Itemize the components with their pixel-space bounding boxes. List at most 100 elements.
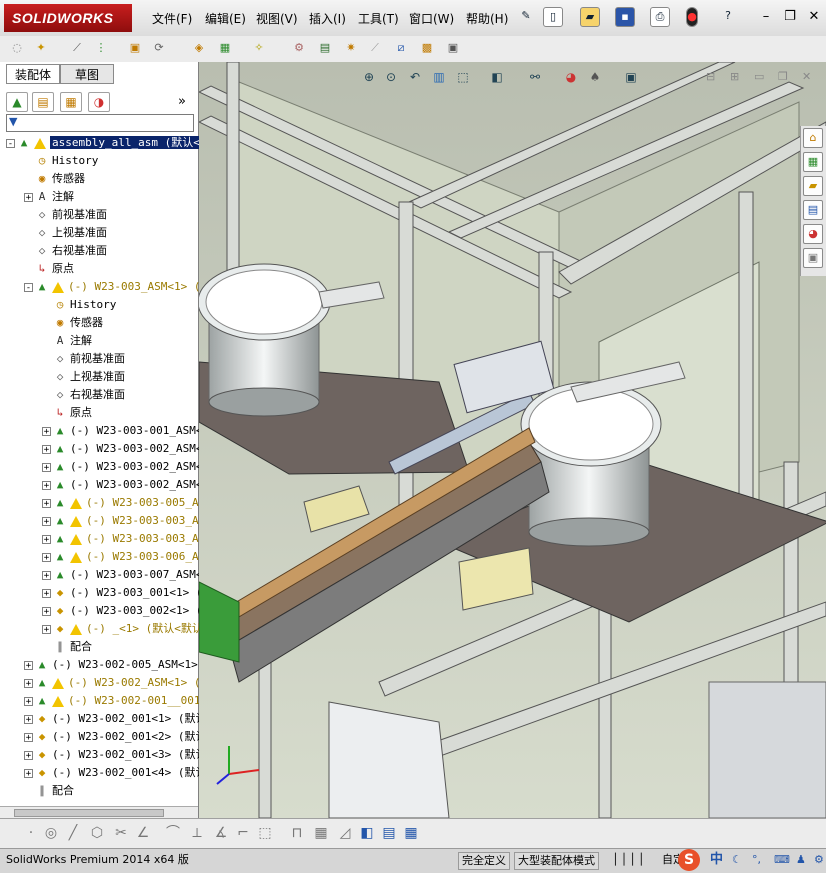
smart-dimension-icon[interactable]: ⊓ [288,824,306,842]
solidworks-logo[interactable]: SOLIDWORKS [4,4,132,32]
exploded-view-icon[interactable]: ✷ [342,39,360,57]
print-icon[interactable]: ⎙ [650,7,670,27]
split-view-icon[interactable]: ▤ [380,824,398,842]
open-folder-icon[interactable]: ▰ [580,7,600,27]
tree-item[interactable]: + ◆ (-) W23-002_001<2> (默认< [0,728,220,746]
grid-icon[interactable]: ▦ [312,824,330,842]
viewport-restore-icon[interactable]: ❐ [778,70,788,83]
new-motion-study-icon[interactable]: ⚙ [290,39,308,57]
tree-item[interactable]: ↳ 原点 [0,260,220,278]
tree-item[interactable]: - ▲ assembly_all_asm (默认<默 [0,134,202,152]
table-icon[interactable]: ▦ [402,824,420,842]
traffic-light-icon[interactable]: ● [686,7,698,27]
feature-manager-tree-icon[interactable]: ▲ [6,92,28,112]
previous-view-icon[interactable]: ↶ [406,68,424,86]
expand-icon[interactable]: + [24,768,33,778]
collapse-icon[interactable]: - [6,138,15,148]
expand-icon[interactable]: + [42,534,51,544]
expand-icon[interactable]: + [42,480,51,490]
zoom-to-area-icon[interactable]: ⊙ [382,68,400,86]
menu-help[interactable]: 帮助(H) [466,10,508,27]
expand-icon[interactable]: + [24,750,33,760]
filter-input[interactable]: ▼ [6,114,194,132]
edit-appearance-icon[interactable]: ◕ [562,68,580,86]
viewport-close-icon[interactable]: ✕ [802,70,811,83]
ime-keyboard-icon[interactable]: ⌨ [774,852,790,868]
circle-icon[interactable]: ◎ [42,824,60,842]
menu-file[interactable]: 文件(F) [152,10,192,27]
display-manager-icon[interactable]: ◑ [88,92,110,112]
offset-icon[interactable]: ∡ [212,824,230,842]
tree-item[interactable]: - ▲ (-) W23-003_ASM<1> (默认 [0,278,220,296]
apply-scene-icon[interactable]: ♠ [586,68,604,86]
tree-item[interactable]: + ▲ (-) W23-002-001__001_AS [0,692,220,710]
menu-tools[interactable]: 工具(T) [358,10,399,27]
graphics-area[interactable] [199,62,826,818]
tab-assembly[interactable]: 装配体 [6,64,60,84]
tree-item[interactable]: + ◆ (-) W23-002_001<1> (默认< [0,710,220,728]
panel-expand-icon[interactable]: » [178,94,186,109]
hide-show-items-icon[interactable]: ⚯ [526,68,544,86]
view-palette-icon[interactable]: ▤ [803,200,823,220]
sketch-angle-icon[interactable]: ◿ [336,824,354,842]
point-icon[interactable]: · [22,824,40,842]
mirror-icon[interactable]: ⟂ [188,824,206,842]
configuration-manager-icon[interactable]: ▦ [60,92,82,112]
collapse-icon[interactable]: - [24,282,33,292]
display-style-icon[interactable]: ◧ [488,68,506,86]
solidworks-resources-icon[interactable]: ⌂ [803,128,823,148]
view-orientation-icon[interactable]: ⬚ [454,68,472,86]
tree-item[interactable]: ◉ 传感器 [0,170,220,188]
mate-icon[interactable]: ⟋ [68,39,86,57]
tree-item[interactable]: ◷ History [0,152,220,170]
appearances-scenes-icon[interactable]: ◕ [803,224,823,244]
help-icon[interactable]: ? [718,7,738,27]
tree-item[interactable]: ◇ 前视基准面 [0,206,220,224]
restore-icon[interactable]: ❐ [781,9,799,25]
tangent-arc-icon[interactable]: ⌒ [164,824,182,842]
tree-item[interactable]: + ▲ (-) W23-002-005_ASM<1> (默 [0,656,220,674]
viewport-tile-icon[interactable]: ⊞ [730,70,739,83]
reference-geometry-icon[interactable]: ✧ [250,39,268,57]
file-explorer-icon[interactable]: ▰ [803,176,823,196]
instant3d-icon[interactable]: ▣ [444,39,462,57]
tab-sketch[interactable]: 草图 [60,64,114,84]
close-icon[interactable]: ✕ [805,9,823,25]
design-library-icon[interactable]: ▦ [803,152,823,172]
viewport-minimize-icon[interactable]: ⊟ [706,70,715,83]
rectangle-icon[interactable]: ⬚ [256,824,274,842]
shaded-view-icon[interactable]: ◧ [358,824,376,842]
menu-edit[interactable]: 编辑(E) [205,10,246,27]
expand-icon[interactable]: + [24,714,33,724]
linear-pattern-icon[interactable]: ⋮ [92,39,110,57]
smart-fastener-icon[interactable]: ▣ [126,39,144,57]
zoom-to-fit-icon[interactable]: ⊕ [360,68,378,86]
expand-icon[interactable]: + [42,588,51,598]
minimize-icon[interactable]: – [757,9,775,25]
expand-icon[interactable]: + [42,462,51,472]
tree-item[interactable]: + A 注解 [0,188,220,206]
insert-component-icon[interactable]: ◌ [8,39,26,57]
tree-item[interactable]: + ◆ (-) W23-002_001<3> (默认< [0,746,220,764]
tree-item[interactable]: ∥ 配合 [0,782,220,800]
angle-icon[interactable]: ∠ [134,824,152,842]
expand-icon[interactable]: + [24,678,33,688]
ime-logo-icon[interactable]: S [678,849,700,871]
pin-icon[interactable]: ✎ [516,7,536,27]
expand-icon[interactable]: + [24,732,33,742]
corner-icon[interactable]: ⌐ [234,824,252,842]
expand-icon[interactable]: + [42,552,51,562]
tree-item[interactable]: ◇ 右视基准面 [0,242,220,260]
show-hidden-icon[interactable]: ◈ [190,39,208,57]
menu-window[interactable]: 窗口(W) [409,10,454,27]
expand-icon[interactable]: + [42,570,51,580]
menu-insert[interactable]: 插入(I) [309,10,346,27]
expand-icon[interactable]: + [24,660,33,670]
bill-of-materials-icon[interactable]: ▤ [316,39,334,57]
ime-moon-icon[interactable]: ☾ [732,852,742,868]
explode-line-sketch-icon[interactable]: ⟋ [366,39,384,57]
interference-detection-icon[interactable]: ⧄ [392,39,410,57]
ime-settings-icon[interactable]: ⚙ [814,852,824,868]
property-manager-icon[interactable]: ▤ [32,92,54,112]
save-icon[interactable]: ▪ [615,7,635,27]
